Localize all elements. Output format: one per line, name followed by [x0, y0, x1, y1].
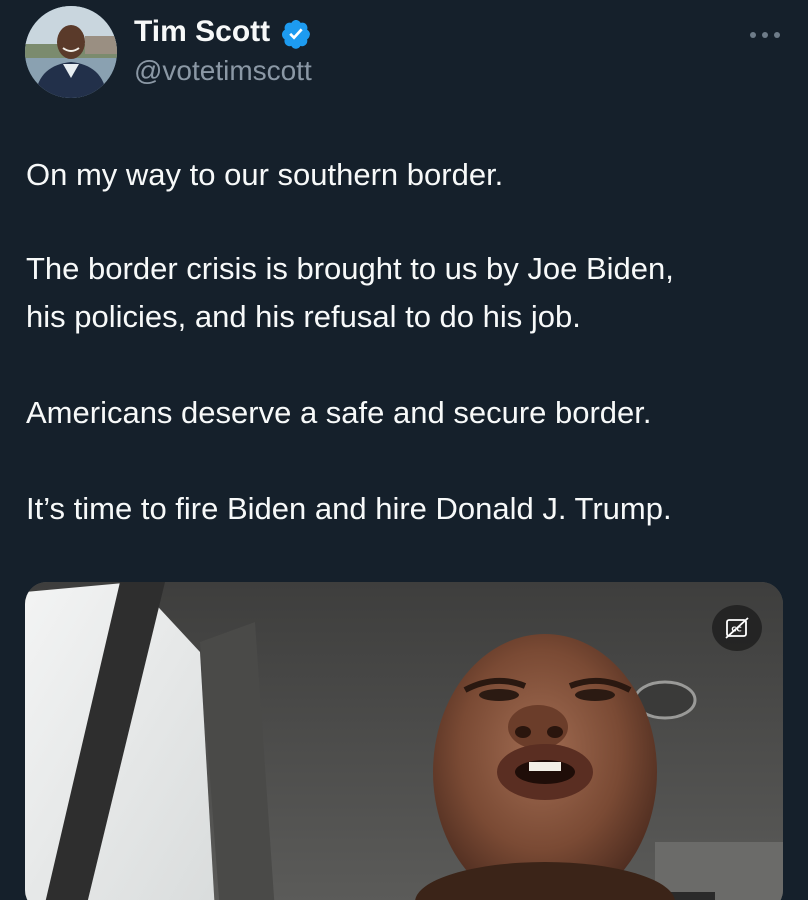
tweet-text-line: The border crisis is brought to us by Jo…: [26, 251, 674, 286]
avatar-image: [25, 6, 117, 98]
tweet-text-line: Americans deserve a safe and secure bord…: [26, 395, 652, 430]
author-name[interactable]: Tim Scott: [134, 14, 270, 50]
tweet-text-line: his policies, and his refusal to do his …: [26, 299, 581, 334]
tweet-text-line: On my way to our southern border.: [26, 157, 504, 192]
tweet-text-line: It’s time to fire Biden and hire Donald …: [26, 491, 672, 526]
tweet: Tim Scott @votetimscott On my way to our…: [0, 0, 808, 900]
closed-captions-off-icon[interactable]: CC: [712, 605, 762, 651]
avatar[interactable]: [25, 6, 117, 98]
verified-badge-icon: [282, 20, 310, 49]
video-frame: [25, 582, 783, 900]
author-handle[interactable]: @votetimscott: [134, 54, 312, 88]
more-options-icon[interactable]: [742, 20, 788, 48]
video-player[interactable]: [25, 582, 783, 900]
